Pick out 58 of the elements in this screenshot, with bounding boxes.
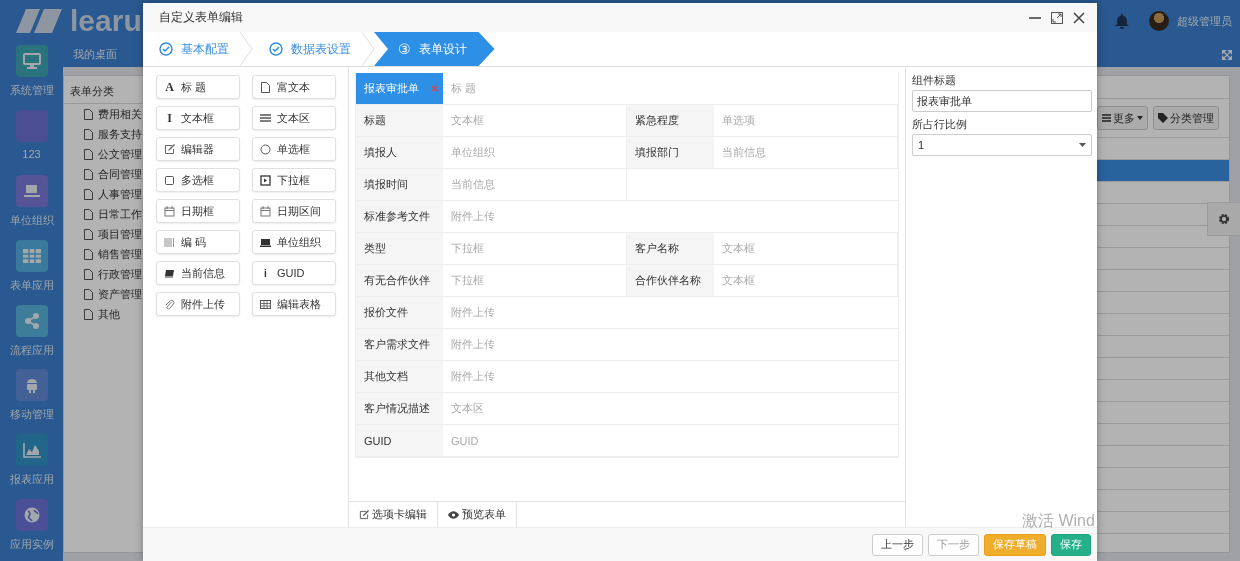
footer-button[interactable]: 上一步 xyxy=(872,533,923,556)
field-label-cell[interactable]: 报价文件 xyxy=(356,297,443,328)
component-button[interactable]: A 标 题 xyxy=(156,75,240,99)
dialog-title: 自定义表单编辑 xyxy=(159,9,243,26)
field-label-cell[interactable]: 填报人 xyxy=(356,137,443,168)
component-button[interactable]: i GUID xyxy=(252,261,336,285)
field-label-cell[interactable]: 填报部门 xyxy=(627,137,714,168)
field-label-cell[interactable]: GUID xyxy=(356,425,443,456)
property-label: 所占行比例 xyxy=(912,117,968,131)
toolbar-button[interactable]: 更多 xyxy=(1097,106,1148,130)
component-button[interactable]: 附件上传 xyxy=(156,292,240,316)
tree-item[interactable]: 服务支持 xyxy=(64,124,152,144)
component-button[interactable]: 下拉框 xyxy=(252,168,336,192)
tree-item[interactable]: 行政管理 xyxy=(64,264,152,284)
logo-text: learu xyxy=(70,6,142,36)
component-button[interactable]: 多选框 xyxy=(156,168,240,192)
tree-item[interactable]: 费用相关 xyxy=(64,104,152,124)
field-label-cell[interactable]: 紧急程度 xyxy=(627,105,714,136)
tree-item[interactable]: 其他 xyxy=(64,304,152,324)
wizard-step[interactable]: 数据表设置 xyxy=(253,32,361,66)
activation-watermark: 激活 Wind xyxy=(1022,511,1095,531)
component-button[interactable]: 单选框 xyxy=(252,137,336,161)
tree-item[interactable]: 日常工作 xyxy=(64,204,152,224)
field-label-cell[interactable]: 客户需求文件 xyxy=(356,329,443,360)
component-button[interactable]: 日期框 xyxy=(156,199,240,223)
tree-item[interactable]: 项目管理 xyxy=(64,224,152,244)
form-title: 报表审批单 xyxy=(364,81,419,96)
field-label-cell[interactable]: 合作伙伴名称 xyxy=(627,265,714,296)
component-button[interactable]: 日期区间 xyxy=(252,199,336,223)
wizard-step[interactable]: 基本配置 xyxy=(143,32,239,66)
text-field[interactable]: 报表审批单 xyxy=(912,90,1092,112)
glyph-icon: I xyxy=(164,110,175,126)
field-label-cell[interactable]: 类型 xyxy=(356,233,443,264)
property-label: 组件标题 xyxy=(912,73,957,87)
glyph-icon: A xyxy=(164,79,175,95)
component-button[interactable]: 当前信息 xyxy=(156,261,240,285)
tree-item[interactable]: 合同管理 xyxy=(64,164,152,184)
component-button[interactable]: 编辑表格 xyxy=(252,292,336,316)
field-label-cell[interactable]: 有无合作伙伴 xyxy=(356,265,443,296)
field-label-cell[interactable]: 标准参考文件 xyxy=(356,201,443,232)
select-field[interactable]: 1 xyxy=(912,134,1092,156)
tree-item[interactable]: 销售管理 xyxy=(64,244,152,264)
tree-item[interactable]: 人事管理 xyxy=(64,184,152,204)
component-button[interactable]: 编 码 xyxy=(156,230,240,254)
component-button[interactable]: 文本区 xyxy=(252,106,336,130)
field-label-cell[interactable]: 客户名称 xyxy=(627,233,714,264)
glyph-icon: i xyxy=(260,267,271,279)
field-label-cell[interactable]: 填报时间 xyxy=(356,169,443,200)
component-button[interactable]: 富文本 xyxy=(252,75,336,99)
tree-item[interactable]: 资产管理 xyxy=(64,284,152,304)
tree-item[interactable]: 公文管理 xyxy=(64,144,152,164)
field-label-cell[interactable]: 其他文档 xyxy=(356,361,443,392)
field-label-cell[interactable]: 标题 xyxy=(356,105,443,136)
component-button[interactable]: I 文本框 xyxy=(156,106,240,130)
field-label-cell[interactable]: 客户情况描述 xyxy=(356,393,443,424)
toolbar-button[interactable]: 分类管理 xyxy=(1153,106,1219,130)
component-button[interactable]: 编辑器 xyxy=(156,137,240,161)
component-button[interactable]: 单位组织 xyxy=(252,230,336,254)
